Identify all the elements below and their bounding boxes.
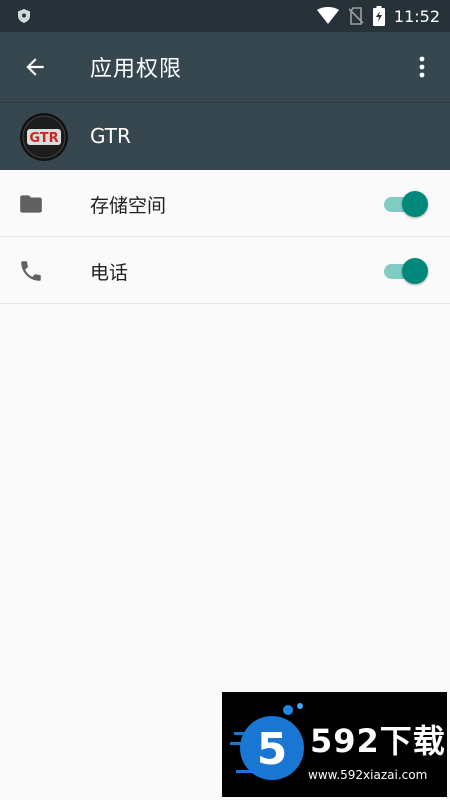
battery-charging-icon xyxy=(372,6,385,26)
permission-row-phone[interactable]: 电话 xyxy=(0,237,450,304)
shield-icon xyxy=(18,9,30,23)
page-title: 应用权限 xyxy=(90,57,183,82)
watermark-brand: 592下载 xyxy=(310,722,446,760)
folder-icon xyxy=(20,195,42,213)
watermark-url: www.592xiazai.com xyxy=(308,768,428,782)
app-header: GTR GTR xyxy=(0,102,450,170)
permission-row-storage[interactable]: 存储空间 xyxy=(0,170,450,237)
status-bar: 11:52 xyxy=(0,0,450,32)
svg-text:GTR: GTR xyxy=(29,131,58,146)
status-time: 11:52 xyxy=(393,6,440,26)
status-icons: 11:52 xyxy=(316,0,440,32)
toggle-thumb xyxy=(402,191,428,217)
arrow-back-icon[interactable] xyxy=(22,54,48,80)
wifi-icon xyxy=(316,7,339,24)
phone-icon xyxy=(21,261,41,281)
permission-label: 电话 xyxy=(90,262,129,284)
svg-text:5: 5 xyxy=(257,724,288,775)
more-vert-icon[interactable] xyxy=(410,52,434,82)
no-sim-icon xyxy=(348,7,364,25)
phone-toggle[interactable] xyxy=(382,257,428,285)
storage-toggle[interactable] xyxy=(382,190,428,218)
permission-label: 存储空间 xyxy=(90,195,167,217)
watermark: 5 592下载 www.592xiazai.com xyxy=(222,692,447,797)
watermark-logo: 5 xyxy=(230,703,304,780)
toggle-thumb xyxy=(402,258,428,284)
app-logo: GTR xyxy=(20,113,68,161)
app-bar: 应用权限 xyxy=(0,32,450,102)
app-name: GTR xyxy=(90,124,131,148)
